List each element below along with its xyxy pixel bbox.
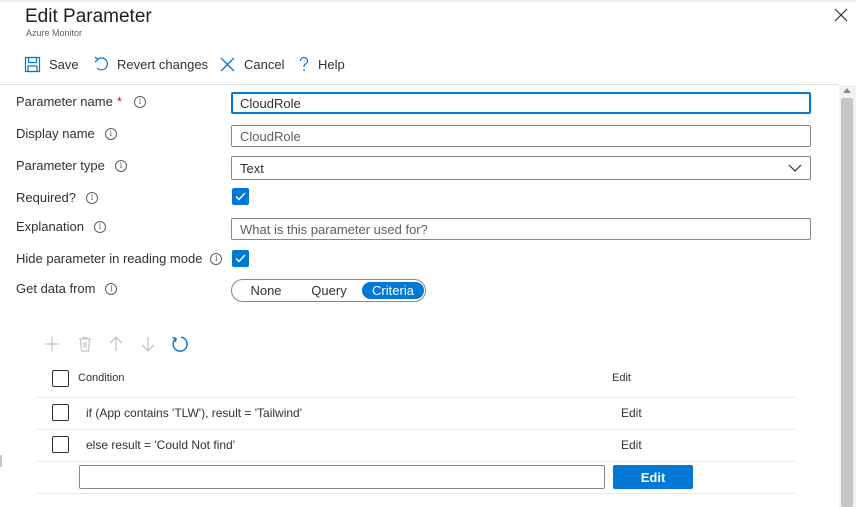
condition-cell: if (App contains 'TLW'), result = 'Tailw…	[86, 406, 303, 420]
row-checkbox[interactable]	[52, 436, 69, 453]
display-name-label: Display name	[16, 126, 95, 141]
display-name-input[interactable]	[231, 125, 811, 147]
parameter-type-label-row: Parameter type i	[16, 158, 127, 173]
panel-title: Edit Parameter	[25, 6, 152, 27]
info-icon[interactable]: i	[133, 95, 146, 108]
explanation-label: Explanation	[16, 219, 84, 234]
required-label: Required?	[16, 190, 76, 205]
info-icon[interactable]: i	[114, 159, 127, 172]
move-up-button[interactable]	[107, 335, 125, 353]
edit-row-link[interactable]: Edit	[621, 406, 642, 420]
help-button[interactable]: Help	[298, 50, 345, 78]
chevron-down-icon	[788, 164, 802, 172]
row-divider	[36, 397, 796, 398]
scrollbar-thumb[interactable]	[841, 98, 853, 507]
refresh-button[interactable]	[171, 335, 189, 353]
add-icon	[45, 337, 59, 351]
top-shadow	[0, 0, 856, 3]
scroll-up-arrow-icon[interactable]	[843, 88, 851, 93]
parameter-type-dropdown[interactable]: Text	[231, 156, 811, 180]
new-condition-input[interactable]	[79, 465, 605, 489]
row-divider	[36, 461, 796, 462]
get-data-from-label-row: Get data from i	[16, 281, 118, 296]
save-button[interactable]: Save	[24, 50, 79, 78]
edit-row-link[interactable]: Edit	[621, 438, 642, 452]
move-down-button[interactable]	[139, 335, 157, 353]
delete-button[interactable]	[76, 335, 94, 353]
help-icon	[299, 56, 309, 71]
explanation-input[interactable]	[231, 218, 811, 240]
row-divider	[36, 429, 796, 430]
left-edge-marker	[0, 455, 2, 467]
add-button[interactable]	[43, 335, 61, 353]
parameter-name-label-row: Parameter name * i	[16, 94, 146, 109]
parameter-type-value: Text	[240, 160, 264, 176]
edit-new-row-button[interactable]: Edit	[613, 465, 693, 489]
parameter-name-label: Parameter name	[16, 94, 113, 109]
cancel-button[interactable]: Cancel	[219, 50, 284, 78]
revert-label: Revert changes	[117, 56, 209, 72]
refresh-icon	[172, 336, 188, 352]
help-label: Help	[318, 56, 345, 72]
parameter-name-input[interactable]	[231, 92, 811, 114]
row-checkbox[interactable]	[52, 404, 69, 421]
close-icon	[834, 8, 848, 22]
option-criteria[interactable]: Criteria	[362, 282, 424, 299]
get-data-from-label: Get data from	[16, 281, 96, 296]
get-data-from-toggle: None Query Criteria	[231, 279, 426, 302]
save-label: Save	[49, 56, 79, 72]
panel-subtitle: Azure Monitor	[26, 28, 83, 38]
required-label-row: Required? i	[16, 190, 98, 205]
required-marker: *	[116, 94, 122, 109]
info-icon[interactable]: i	[93, 220, 106, 233]
row-divider	[36, 493, 796, 494]
delete-icon	[79, 336, 91, 352]
save-icon	[24, 56, 41, 72]
parameter-type-label: Parameter type	[16, 158, 105, 173]
checkmark-icon	[235, 254, 246, 263]
revert-changes-button[interactable]: Revert changes	[93, 50, 208, 78]
hide-in-reading-mode-label: Hide parameter in reading mode	[16, 251, 203, 266]
required-checkbox[interactable]	[232, 188, 249, 205]
display-name-label-row: Display name i	[16, 126, 117, 141]
condition-column-header: Condition	[78, 372, 125, 384]
toolbar-divider	[0, 84, 838, 85]
option-query[interactable]: Query	[302, 282, 356, 299]
command-bar: Save Revert changes Cancel Help	[0, 50, 856, 78]
condition-cell: else result = 'Could Not find'	[86, 438, 235, 452]
cancel-label: Cancel	[244, 56, 285, 72]
info-icon[interactable]: i	[104, 127, 117, 140]
cancel-icon	[220, 57, 235, 71]
close-button[interactable]	[832, 6, 850, 24]
hide-in-reading-mode-label-row: Hide parameter in reading mode i	[16, 251, 223, 266]
info-icon[interactable]: i	[86, 191, 98, 204]
move-down-icon	[141, 337, 155, 352]
checkmark-icon	[235, 192, 246, 201]
info-icon[interactable]: i	[210, 252, 223, 265]
explanation-label-row: Explanation i	[16, 219, 106, 234]
move-up-icon	[109, 336, 123, 351]
edit-column-header: Edit	[612, 372, 631, 384]
info-icon[interactable]: i	[105, 282, 118, 295]
undo-icon	[94, 56, 108, 70]
option-none[interactable]: None	[241, 282, 291, 299]
hide-in-reading-mode-checkbox[interactable]	[232, 250, 249, 267]
select-all-checkbox[interactable]	[52, 370, 69, 387]
